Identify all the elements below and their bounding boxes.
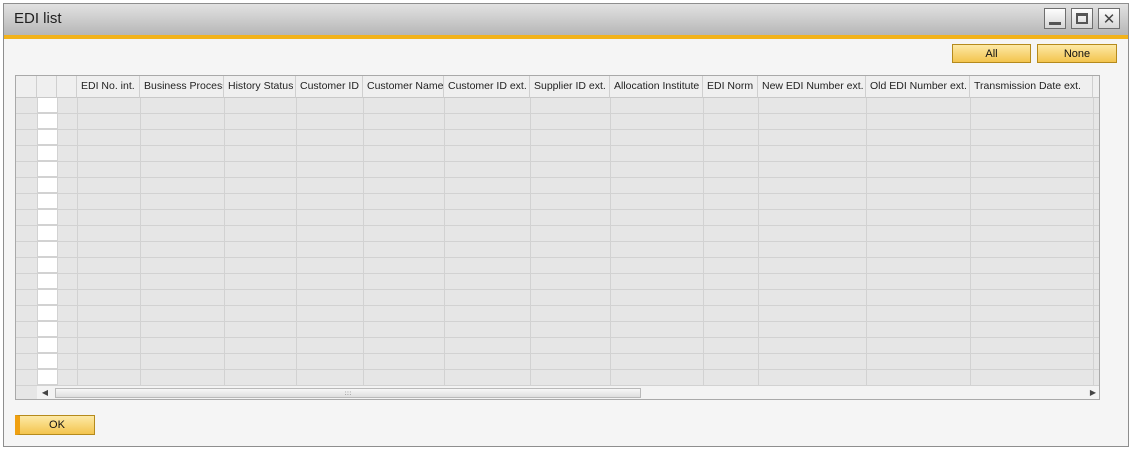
column-divider bbox=[224, 98, 225, 385]
edi-grid[interactable]: EDI No. int. Business Process History St… bbox=[15, 75, 1100, 400]
row-select-cell[interactable] bbox=[37, 370, 57, 385]
title-bar[interactable]: EDI list ✕ bbox=[4, 4, 1128, 36]
row-select-cell[interactable] bbox=[37, 274, 57, 289]
column-header-filler bbox=[1093, 76, 1099, 98]
table-row bbox=[16, 193, 1099, 194]
row-select-cell[interactable] bbox=[37, 322, 57, 337]
table-row bbox=[16, 321, 1099, 322]
column-header-new-edi-number-ext[interactable]: New EDI Number ext. bbox=[758, 76, 866, 98]
column-header-edi-norm[interactable]: EDI Norm bbox=[703, 76, 758, 98]
minimize-button[interactable] bbox=[1044, 8, 1066, 29]
column-divider bbox=[703, 98, 704, 385]
close-button[interactable]: ✕ bbox=[1098, 8, 1120, 29]
row-select-cell[interactable] bbox=[37, 258, 57, 273]
table-row bbox=[16, 209, 1099, 210]
table-row bbox=[16, 353, 1099, 354]
table-row bbox=[16, 337, 1099, 338]
column-divider bbox=[37, 98, 38, 385]
table-row bbox=[16, 225, 1099, 226]
column-header-transmission-date-ext[interactable]: Transmission Date ext. bbox=[970, 76, 1093, 98]
column-divider bbox=[758, 98, 759, 385]
row-select-cell[interactable] bbox=[37, 354, 57, 369]
column-divider bbox=[444, 98, 445, 385]
row-select-cell[interactable] bbox=[37, 98, 57, 113]
select-none-button[interactable]: None bbox=[1037, 44, 1117, 63]
table-row bbox=[16, 273, 1099, 274]
select-all-button[interactable]: All bbox=[952, 44, 1031, 63]
row-select-cell[interactable] bbox=[37, 290, 57, 305]
row-header-corner bbox=[16, 76, 37, 98]
row-select-cell[interactable] bbox=[37, 242, 57, 257]
table-row bbox=[16, 257, 1099, 258]
ok-button[interactable]: OK bbox=[15, 415, 95, 435]
row-select-cell[interactable] bbox=[37, 114, 57, 129]
column-header-old-edi-number-ext[interactable]: Old EDI Number ext. bbox=[866, 76, 970, 98]
column-divider bbox=[610, 98, 611, 385]
table-row bbox=[16, 289, 1099, 290]
edi-list-window: EDI list ✕ All None EDI No. int. Busines… bbox=[3, 3, 1129, 447]
horizontal-scroll-thumb[interactable]: ::: bbox=[55, 388, 641, 398]
table-row bbox=[16, 113, 1099, 114]
row-select-cell[interactable] bbox=[37, 130, 57, 145]
column-header-customer-id[interactable]: Customer ID bbox=[296, 76, 363, 98]
window-title: EDI list bbox=[14, 10, 62, 27]
row-select-cell[interactable] bbox=[37, 226, 57, 241]
column-divider bbox=[77, 98, 78, 385]
table-row bbox=[16, 129, 1099, 130]
column-divider bbox=[970, 98, 971, 385]
column-header-history-status[interactable]: History Status bbox=[224, 76, 296, 98]
column-divider bbox=[363, 98, 364, 385]
minimize-icon bbox=[1049, 21, 1061, 25]
column-divider bbox=[1093, 98, 1094, 385]
row-select-cell[interactable] bbox=[37, 306, 57, 321]
column-divider bbox=[296, 98, 297, 385]
table-row bbox=[16, 145, 1099, 146]
empty-column-header bbox=[57, 76, 77, 98]
column-divider bbox=[57, 98, 58, 385]
row-select-cell[interactable] bbox=[37, 146, 57, 161]
close-icon: ✕ bbox=[1102, 9, 1116, 28]
column-header-supplier-id-ext[interactable]: Supplier ID ext. bbox=[530, 76, 610, 98]
table-row bbox=[16, 177, 1099, 178]
column-divider bbox=[866, 98, 867, 385]
row-select-cell[interactable] bbox=[37, 194, 57, 209]
column-header-allocation-institute[interactable]: Allocation Institute bbox=[610, 76, 703, 98]
scroll-left-icon[interactable]: ◀ bbox=[39, 387, 51, 399]
select-column-header bbox=[37, 76, 57, 98]
maximize-icon bbox=[1076, 13, 1088, 24]
table-row bbox=[16, 305, 1099, 306]
column-header-customer-id-ext[interactable]: Customer ID ext. bbox=[444, 76, 530, 98]
column-header-business-process[interactable]: Business Process bbox=[140, 76, 224, 98]
title-accent-bar bbox=[4, 35, 1128, 39]
column-header-customer-name[interactable]: Customer Name bbox=[363, 76, 444, 98]
row-select-cell[interactable] bbox=[37, 338, 57, 353]
column-header-edi-no-int[interactable]: EDI No. int. bbox=[77, 76, 140, 98]
table-row bbox=[16, 161, 1099, 162]
row-select-cell[interactable] bbox=[37, 178, 57, 193]
column-divider bbox=[530, 98, 531, 385]
column-divider bbox=[140, 98, 141, 385]
table-row bbox=[16, 241, 1099, 242]
row-select-cell[interactable] bbox=[37, 210, 57, 225]
table-row bbox=[16, 385, 1099, 386]
scroll-right-icon[interactable]: ▶ bbox=[1087, 387, 1099, 399]
maximize-button[interactable] bbox=[1071, 8, 1093, 29]
row-select-cell[interactable] bbox=[37, 162, 57, 177]
table-row bbox=[16, 369, 1099, 370]
horizontal-scrollbar[interactable]: ◀ ::: ▶ bbox=[37, 385, 1099, 399]
